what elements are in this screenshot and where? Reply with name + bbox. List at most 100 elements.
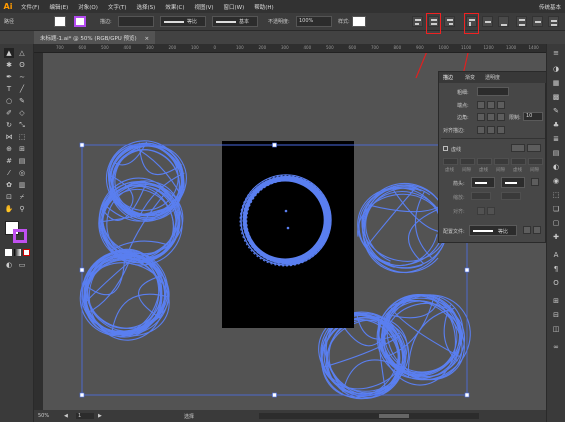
pen-tool-icon[interactable]: ✒ xyxy=(4,72,14,82)
resize-handle-left[interactable] xyxy=(79,267,85,273)
fill-swatch[interactable] xyxy=(54,16,66,27)
distribute-bottom-button[interactable] xyxy=(548,16,559,27)
horizontal-scrollbar[interactable] xyxy=(259,413,479,419)
dashed-line-checkbox[interactable] xyxy=(443,146,448,151)
symbol-sprayer-tool-icon[interactable]: ✿ xyxy=(4,180,14,190)
opacity-field[interactable]: 100% xyxy=(296,16,332,27)
free-transform-tool-icon[interactable]: ⬚ xyxy=(17,132,27,142)
column-graph-tool-icon[interactable]: ▥ xyxy=(17,180,27,190)
align-vertical-center-button[interactable] xyxy=(482,16,493,27)
prev-artboard-icon[interactable]: ◀ xyxy=(64,413,68,419)
pathfinder-icon[interactable]: ◫ xyxy=(551,324,561,334)
artboards-icon[interactable]: ▢ xyxy=(551,218,561,228)
menu-select[interactable]: 选择(S) xyxy=(132,3,161,11)
paragraph-icon[interactable]: ¶ xyxy=(551,264,561,274)
menu-effect[interactable]: 效果(C) xyxy=(160,3,189,11)
properties-icon[interactable]: ≡ xyxy=(551,48,561,58)
scale-tool-icon[interactable]: ⤡ xyxy=(17,120,27,130)
arrow-tip-extend-icon[interactable] xyxy=(477,207,485,215)
appearance-icon[interactable]: ◉ xyxy=(551,176,561,186)
blend-tool-icon[interactable]: ◎ xyxy=(17,168,27,178)
zoom-tool-icon[interactable]: ⚲ xyxy=(17,204,27,214)
rotate-tool-icon[interactable]: ↻ xyxy=(4,120,14,130)
menu-window[interactable]: 窗口(W) xyxy=(219,3,250,11)
stroke-color-swatch[interactable] xyxy=(13,229,27,243)
align-dash-icon[interactable] xyxy=(527,144,541,152)
tab-stroke[interactable]: 描边 xyxy=(443,74,453,81)
end-scale-field[interactable] xyxy=(501,192,521,200)
resize-handle-bottom[interactable] xyxy=(272,392,277,398)
bevel-join-icon[interactable] xyxy=(497,113,505,121)
layers-icon[interactable]: ❏ xyxy=(551,204,561,214)
miter-join-icon[interactable] xyxy=(477,113,485,121)
profile-select[interactable]: 等比 xyxy=(469,225,517,236)
resize-handle-bottom-left[interactable] xyxy=(79,392,85,398)
end-arrowhead-select[interactable] xyxy=(501,177,525,188)
stroke-icon[interactable]: ≣ xyxy=(551,134,561,144)
screen-mode-icon[interactable]: ▭ xyxy=(17,260,27,270)
next-artboard-icon[interactable]: ▶ xyxy=(98,413,102,419)
flip-across-icon[interactable] xyxy=(533,226,541,234)
brush-definition[interactable]: 基本 xyxy=(212,16,258,27)
lasso-tool-icon[interactable]: ʘ xyxy=(17,60,27,70)
round-join-icon[interactable] xyxy=(487,113,495,121)
symbols-icon[interactable]: ♣ xyxy=(551,120,561,130)
scrollbar-thumb[interactable] xyxy=(379,414,409,418)
color-icon[interactable]: ◑ xyxy=(551,64,561,74)
stroke-weight-field[interactable] xyxy=(118,16,154,27)
close-tab-icon[interactable]: × xyxy=(144,36,149,42)
type-tool-icon[interactable]: T xyxy=(4,84,14,94)
limit-field[interactable]: 10 xyxy=(523,112,543,121)
menu-object[interactable]: 对象(O) xyxy=(73,3,103,11)
resize-handle-right[interactable] xyxy=(464,267,470,273)
align-right-button[interactable] xyxy=(444,16,455,27)
swap-arrowheads-icon[interactable] xyxy=(531,178,539,186)
weight-field[interactable] xyxy=(477,87,509,96)
workspace-switcher[interactable]: 传统基本 xyxy=(539,3,561,11)
zoom-level[interactable]: 50% xyxy=(38,413,49,419)
gap-field-1[interactable] xyxy=(460,158,475,165)
align-stroke-outside-icon[interactable] xyxy=(497,126,505,134)
graphic-styles-icon[interactable]: ⬚ xyxy=(551,190,561,200)
stroke-swatch[interactable] xyxy=(74,16,86,27)
artboard[interactable] xyxy=(222,141,354,328)
resize-handle-top-left[interactable] xyxy=(79,142,85,148)
mesh-tool-icon[interactable]: # xyxy=(4,156,14,166)
gradient-mode-button[interactable] xyxy=(14,249,21,256)
opentype-icon[interactable]: O xyxy=(551,278,561,288)
menu-view[interactable]: 视图(V) xyxy=(189,3,218,11)
menu-type[interactable]: 文字(T) xyxy=(103,3,132,11)
dash-field-3[interactable] xyxy=(511,158,526,165)
align-icon[interactable]: ⊟ xyxy=(551,310,561,320)
line-tool-icon[interactable]: ╱ xyxy=(17,84,27,94)
brushes-icon[interactable]: ✎ xyxy=(551,106,561,116)
round-cap-icon[interactable] xyxy=(487,101,495,109)
drawing-mode-icon[interactable]: ◐ xyxy=(4,260,14,270)
puppet-icon[interactable]: ✚ xyxy=(551,232,561,242)
transform-icon[interactable]: ⊞ xyxy=(551,296,561,306)
paintbrush-tool-icon[interactable]: ✎ xyxy=(17,96,27,106)
shape-builder-tool-icon[interactable]: ⊕ xyxy=(4,144,14,154)
butt-cap-icon[interactable] xyxy=(477,101,485,109)
gap-field-2[interactable] xyxy=(494,158,509,165)
artboard-number[interactable]: 1 xyxy=(76,413,94,419)
projecting-cap-icon[interactable] xyxy=(497,101,505,109)
eraser-tool-icon[interactable]: ◇ xyxy=(17,108,27,118)
start-scale-field[interactable] xyxy=(471,192,491,200)
slice-tool-icon[interactable]: ⌿ xyxy=(17,192,27,202)
dash-field-2[interactable] xyxy=(477,158,492,165)
distribute-center-button[interactable] xyxy=(532,16,543,27)
selection-tool-icon[interactable]: ▲ xyxy=(4,48,14,58)
start-arrowhead-select[interactable] xyxy=(471,177,495,188)
color-mode-button[interactable] xyxy=(5,249,12,256)
color-guide-icon[interactable]: ▦ xyxy=(551,78,561,88)
resize-handle-top[interactable] xyxy=(272,142,277,148)
artboard-tool-icon[interactable]: ⊡ xyxy=(4,192,14,202)
direct-selection-tool-icon[interactable]: △ xyxy=(17,48,27,58)
hand-tool-icon[interactable]: ✋ xyxy=(4,204,14,214)
flip-along-icon[interactable] xyxy=(523,226,531,234)
width-tool-icon[interactable]: ⋈ xyxy=(4,132,14,142)
links-icon[interactable]: ∞ xyxy=(551,342,561,352)
gradient-icon[interactable]: ▤ xyxy=(551,148,561,158)
ellipse-tool-icon[interactable]: ○ xyxy=(4,96,14,106)
